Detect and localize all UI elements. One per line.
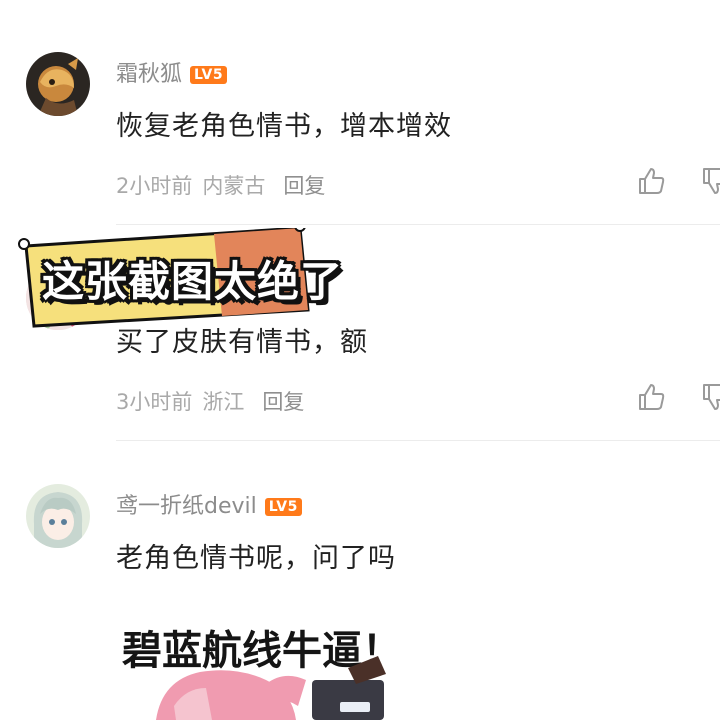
timestamp: 2小时前 xyxy=(116,174,193,198)
level-badge: LV5 xyxy=(264,498,302,516)
avatar[interactable] xyxy=(26,484,90,548)
level-badge: LV5 xyxy=(190,66,228,84)
username-text[interactable]: 霜秋狐 xyxy=(116,62,182,87)
thumbs-down-icon[interactable] xyxy=(700,382,720,412)
banner-text: 这张截图太绝了 xyxy=(42,257,344,306)
location: 浙江 xyxy=(202,390,245,414)
thumbs-up-icon[interactable] xyxy=(636,382,666,412)
comment-meta: 2小时前 内蒙古 回复 xyxy=(116,170,335,200)
comment-meta: 3小时前 浙江 回复 xyxy=(116,386,314,416)
overlay-banner: 这张截图太绝了 xyxy=(18,228,378,328)
username-text[interactable]: 鸢一折纸devil xyxy=(116,494,257,519)
thumbs-up-icon[interactable] xyxy=(636,166,666,196)
thumbs-down-icon[interactable] xyxy=(700,166,720,196)
anime-character-illustration xyxy=(156,656,386,720)
avatar[interactable] xyxy=(26,52,90,116)
timestamp: 3小时前 xyxy=(116,390,193,414)
comment-text: 恢复老角色情书，增本增效 xyxy=(116,111,452,142)
username[interactable]: 鸢一折纸devil LV5 xyxy=(116,488,302,520)
divider xyxy=(116,224,720,225)
username[interactable]: 霜秋狐 LV5 xyxy=(116,56,228,88)
divider xyxy=(116,440,720,441)
sticker-image[interactable]: 碧蓝航线牛逼！ xyxy=(116,596,416,720)
comment-text: 老角色情书呢，问了吗 xyxy=(116,543,396,574)
reply-button[interactable]: 回复 xyxy=(262,390,304,414)
reply-button[interactable]: 回复 xyxy=(283,174,325,198)
location: 内蒙古 xyxy=(202,174,266,198)
